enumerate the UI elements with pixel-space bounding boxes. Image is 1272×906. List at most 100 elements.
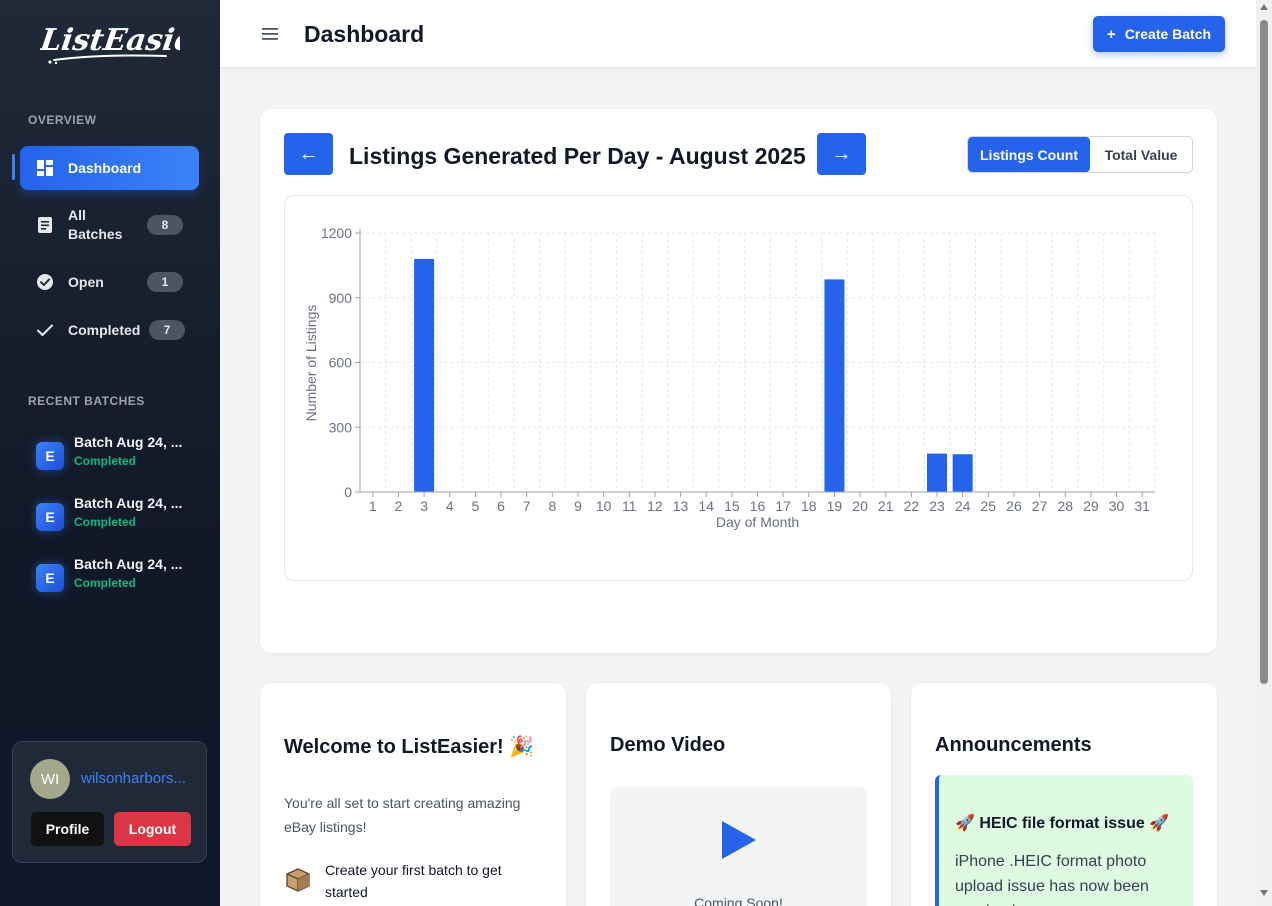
scroll-up-arrow-icon[interactable] (1260, 4, 1268, 10)
welcome-step-text: Create your first batch to get started (325, 862, 502, 900)
x-tick-label: 12 (647, 498, 663, 514)
create-batch-button[interactable]: + Create Batch (1093, 16, 1225, 52)
recent-batch-item[interactable]: E Batch Aug 24, ... Completed (36, 556, 206, 600)
plus-icon: + (1106, 25, 1116, 43)
y-tick-label: 0 (344, 484, 352, 500)
announcements-title: Announcements (935, 734, 1092, 756)
document-list-icon (36, 216, 54, 234)
y-tick-label: 300 (329, 419, 353, 435)
x-tick-label: 4 (446, 498, 454, 514)
recent-batch-item[interactable]: E Batch Aug 24, ... Completed (36, 495, 206, 539)
x-tick-label: 25 (981, 498, 997, 514)
sidebar-item-label: Open (68, 273, 104, 290)
play-icon[interactable] (722, 821, 756, 859)
scrollbar-thumb[interactable] (1260, 20, 1268, 684)
scroll-down-arrow-icon[interactable] (1260, 890, 1268, 896)
top-header: Dashboard + Create Batch (220, 0, 1256, 68)
count-badge: 8 (147, 215, 183, 235)
page-scrollbar[interactable] (1256, 0, 1272, 906)
logout-button[interactable]: Logout (114, 812, 191, 846)
x-tick-label: 5 (472, 498, 480, 514)
x-tick-label: 6 (497, 498, 505, 514)
check-circle-icon (36, 273, 54, 291)
y-tick-label: 900 (329, 290, 353, 306)
x-tick-label: 22 (904, 498, 920, 514)
sidebar: ListEasier OVERVIEW Dashboard All Batche… (0, 0, 220, 906)
x-tick-label: 8 (548, 498, 556, 514)
y-axis-label: Number of Listings (303, 305, 319, 422)
y-tick-label: 1200 (321, 225, 352, 241)
listings-count-toggle[interactable]: Listings Count (968, 137, 1090, 172)
batch-avatar: E (36, 442, 64, 470)
page-title: Dashboard (304, 21, 425, 47)
x-tick-label: 20 (852, 498, 868, 514)
listings-chart-card: ← Listings Generated Per Day - August 20… (260, 109, 1217, 653)
x-tick-label: 10 (596, 498, 612, 514)
batch-status: Completed (74, 576, 137, 590)
x-tick-label: 14 (698, 498, 714, 514)
x-tick-label: 26 (1006, 498, 1022, 514)
x-tick-label: 31 (1134, 498, 1150, 514)
batch-avatar: E (36, 503, 64, 531)
batch-status: Completed (74, 515, 137, 529)
sidebar-item-open[interactable]: Open 1 (20, 260, 199, 304)
x-tick-label: 15 (724, 498, 740, 514)
active-indicator (12, 154, 15, 180)
previous-month-button[interactable]: ← (284, 133, 333, 175)
logo-wordmark: ListEasier (37, 23, 214, 65)
chart-plot-area: 0 300 600 900 1200 1 2 3 4 5 6 7 8 9 10 11 12 13 14 15 16 17 1… (284, 195, 1193, 581)
x-tick-label: 7 (523, 498, 531, 514)
hamburger-menu-icon[interactable] (260, 24, 280, 44)
sidebar-item-all-batches[interactable]: All Batches 8 (20, 203, 199, 247)
announcement-item: 🚀 HEIC file format issue 🚀 iPhone .HEIC … (935, 775, 1193, 906)
x-tick-label: 1 (369, 498, 377, 514)
username-link[interactable]: wilsonharbors... (81, 770, 191, 787)
checkmark-icon (36, 321, 54, 339)
coming-soon-text: Coming Soon! (694, 895, 783, 906)
x-tick-label: 11 (622, 498, 637, 514)
profile-button[interactable]: Profile (31, 812, 104, 846)
recent-batch-item[interactable]: E Batch Aug 24, ... Completed (36, 434, 206, 478)
batch-name: Batch Aug 24, ... (74, 434, 183, 450)
chart-bar (927, 453, 948, 492)
x-tick-label: 19 (827, 498, 843, 514)
app-logo[interactable]: ListEasier (37, 16, 214, 72)
demo-video-card: Demo Video Coming Soon! (586, 683, 891, 906)
x-tick-label: 29 (1083, 498, 1099, 514)
sidebar-item-label: Dashboard (68, 159, 142, 176)
overview-section-title: OVERVIEW (28, 113, 97, 127)
sidebar-item-dashboard[interactable]: Dashboard (20, 146, 199, 190)
svg-text:ListEasier: ListEasier (40, 23, 180, 58)
x-tick-label: 2 (395, 498, 403, 514)
user-card: WI wilsonharbors... Profile Logout (12, 741, 207, 863)
x-tick-label: 18 (801, 498, 817, 514)
count-badge: 7 (149, 320, 185, 340)
welcome-title: Welcome to ListEasier! 🎉 (284, 736, 535, 758)
sidebar-item-completed[interactable]: Completed 7 (20, 308, 199, 352)
welcome-step: Create your first batch to get started (284, 859, 544, 903)
chart-bar (952, 454, 973, 492)
x-tick-label: 16 (750, 498, 766, 514)
bar-chart: 030060090012001 2 3 4 5 6 7 8 9 10 11 12 13 14 15 16 17 1… (303, 225, 1156, 530)
x-tick-label: 30 (1109, 498, 1125, 514)
total-value-toggle[interactable]: Total Value (1090, 137, 1192, 172)
chart-metric-toggle: Listings Count Total Value (967, 136, 1193, 173)
x-tick-label: 21 (878, 498, 894, 514)
announcement-text: iPhone .HEIC format photo upload issue h… (955, 853, 1149, 906)
demo-video-title: Demo Video (610, 734, 726, 756)
y-tick-label: 600 (329, 355, 353, 371)
x-tick-label: 13 (673, 498, 689, 514)
x-tick-label: 28 (1057, 498, 1073, 514)
batch-avatar: E (36, 564, 64, 592)
chart-bar (824, 279, 845, 492)
welcome-text: You're all set to start creating amazing… (284, 795, 521, 835)
welcome-card: Welcome to ListEasier! 🎉 You're all set … (260, 683, 566, 906)
x-tick-label: 17 (775, 498, 791, 514)
dashboard-icon (36, 159, 54, 177)
user-avatar[interactable]: WI (30, 759, 70, 799)
video-placeholder[interactable]: Coming Soon! (610, 787, 867, 906)
next-month-button[interactable]: → (817, 133, 866, 175)
x-axis-label: Day of Month (716, 514, 799, 530)
chart-bar (414, 258, 435, 492)
count-badge: 1 (147, 272, 183, 292)
